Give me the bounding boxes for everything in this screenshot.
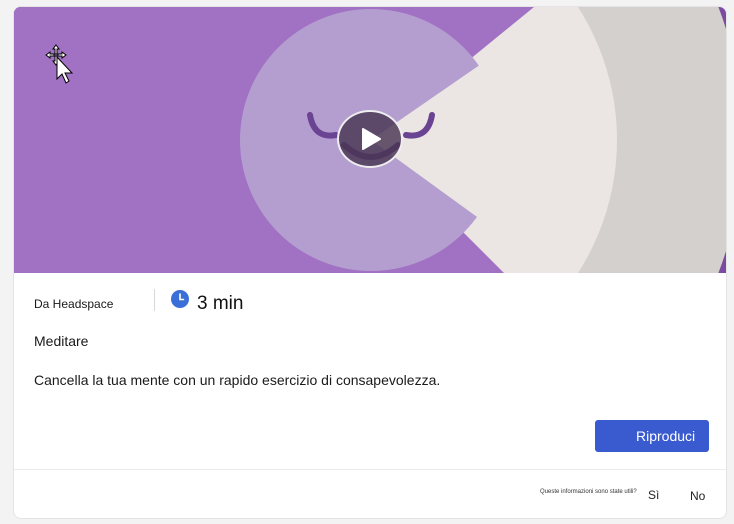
category-label: Meditare xyxy=(34,333,89,349)
play-icon xyxy=(362,128,381,150)
meta-divider xyxy=(154,289,155,311)
play-button-label: Riproduci xyxy=(636,428,696,444)
meditation-card: Da Headspace 3 min Meditare Cancella la … xyxy=(13,6,727,519)
play-video-button[interactable] xyxy=(337,110,403,168)
feedback-yes-button[interactable]: Sì xyxy=(648,488,659,502)
clock-icon xyxy=(171,290,189,308)
meta-row: Da Headspace 3 min xyxy=(14,273,726,333)
move-cursor-icon xyxy=(44,43,78,87)
source-label: Da Headspace xyxy=(34,297,114,311)
duration-label: 3 min xyxy=(197,293,244,314)
feedback-no-button[interactable]: No xyxy=(690,489,705,503)
feedback-divider xyxy=(14,469,726,470)
video-thumbnail[interactable] xyxy=(14,7,726,273)
feedback-question: Queste informazioni sono state utili? xyxy=(540,489,637,495)
play-button[interactable]: Riproduci xyxy=(595,420,709,452)
description-text: Cancella la tua mente con un rapido eser… xyxy=(34,372,441,388)
